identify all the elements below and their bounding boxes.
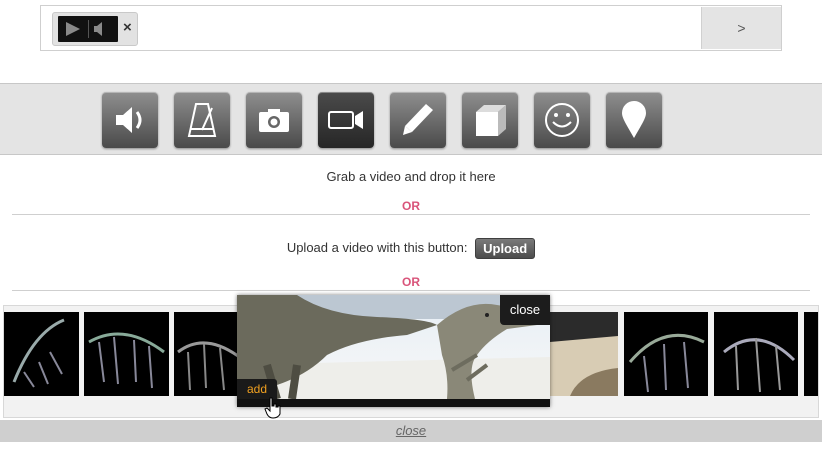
divider xyxy=(12,214,810,215)
camera-icon xyxy=(259,109,289,132)
preview-close-button[interactable]: close xyxy=(500,295,550,325)
message-composer: × > xyxy=(40,5,782,51)
close-picker-link[interactable]: close xyxy=(396,423,426,438)
cube-icon xyxy=(476,105,506,136)
speaker-icon xyxy=(116,107,142,133)
hand-cursor-icon xyxy=(264,397,281,419)
divider xyxy=(12,290,810,291)
or-divider-label: OR xyxy=(402,199,420,213)
remove-attachment-button[interactable]: × xyxy=(123,19,132,37)
tool-emoji[interactable] xyxy=(534,92,590,148)
pencil-icon xyxy=(403,104,433,135)
upload-prompt: Upload a video with this button: xyxy=(286,239,468,255)
video-thumbnail[interactable] xyxy=(174,312,238,396)
video-thumbnail[interactable] xyxy=(804,312,818,396)
preview-add-button[interactable]: add xyxy=(237,379,277,399)
smiley-icon xyxy=(545,103,579,137)
picker-footer: close xyxy=(0,420,822,442)
tool-photo[interactable] xyxy=(246,92,302,148)
video-thumbnail[interactable] xyxy=(624,312,708,396)
video-thumbnail[interactable] xyxy=(4,312,79,396)
upload-button[interactable]: Upload xyxy=(475,238,536,259)
preview-progress-bar[interactable] xyxy=(237,399,550,407)
video-preview-popup: close add xyxy=(237,295,550,407)
media-toolbar xyxy=(0,83,822,155)
tool-draw[interactable] xyxy=(390,92,446,148)
tool-video[interactable] xyxy=(318,92,374,148)
video-camera-icon xyxy=(328,111,363,129)
video-attachment-chip[interactable]: × xyxy=(52,12,138,46)
send-button[interactable]: > xyxy=(701,7,781,49)
video-thumbnail[interactable] xyxy=(550,312,618,396)
tool-metronome[interactable] xyxy=(174,92,230,148)
video-picker-panel: Grab a video and drop it here OR Upload … xyxy=(0,155,822,447)
upload-row: Upload a video with this button: Upload xyxy=(0,238,822,259)
tool-sound[interactable] xyxy=(102,92,158,148)
tool-location[interactable] xyxy=(606,92,662,148)
video-attachment-thumbnail xyxy=(58,16,118,42)
video-thumbnail[interactable] xyxy=(714,312,798,396)
or-divider-label: OR xyxy=(402,275,420,289)
tool-3d[interactable] xyxy=(462,92,518,148)
drop-zone-text: Grab a video and drop it here xyxy=(326,169,496,184)
metronome-icon xyxy=(187,103,217,137)
play-volume-icon xyxy=(66,20,102,38)
map-pin-icon xyxy=(622,101,646,138)
video-thumbnail[interactable] xyxy=(84,312,169,396)
